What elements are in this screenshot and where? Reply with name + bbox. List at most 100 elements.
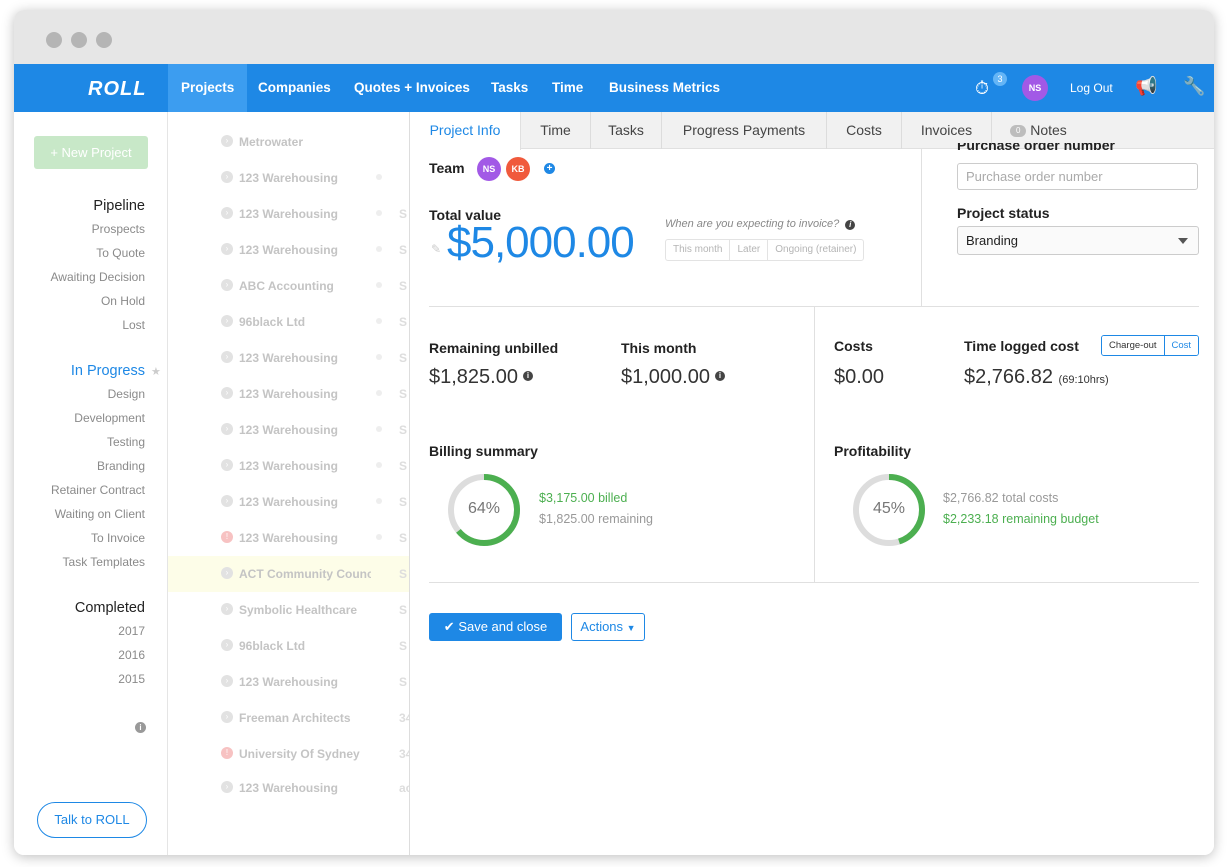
sidebar-group-pipeline[interactable]: Pipeline [93, 198, 145, 214]
timer-badge: 3 [993, 72, 1007, 86]
star-icon[interactable]: ★ [151, 365, 161, 378]
nav-quotes-invoices[interactable]: Quotes + Invoices [341, 64, 483, 112]
info-icon[interactable]: i [522, 371, 533, 381]
project-list-item[interactable]: › ABC Accounting S [168, 268, 410, 304]
sidebar-item-2017[interactable]: 2017 [118, 624, 145, 638]
info-icon[interactable]: i [714, 371, 725, 381]
project-trailing-text: S [399, 207, 408, 221]
sidebar-group-completed[interactable]: Completed [75, 600, 145, 616]
option-ongoing-retainer[interactable]: Ongoing (retainer) [768, 240, 863, 260]
status-dot [376, 318, 382, 324]
option-this-month[interactable]: This month [666, 240, 731, 260]
project-trailing-text: S [399, 603, 408, 617]
tab-costs[interactable]: Costs [827, 112, 902, 149]
roll-logo[interactable]: ROLL [88, 78, 146, 101]
sidebar-item-design[interactable]: Design [108, 387, 145, 401]
arrow-circle-icon: › [221, 423, 233, 435]
add-team-member-icon[interactable]: + [544, 163, 555, 174]
po-number-input[interactable]: Purchase order number [957, 163, 1198, 190]
sidebar-group-in-progress[interactable]: In Progress [71, 363, 145, 379]
window-zoom-dot[interactable] [96, 32, 112, 48]
project-name: 123 Warehousing [239, 351, 338, 365]
wrench-icon[interactable]: 🔧 [1183, 76, 1205, 97]
project-list-item[interactable]: › 123 Warehousing S [168, 376, 410, 412]
stopwatch-icon[interactable]: ⏱ [975, 78, 989, 99]
cost-mode-toggle: Charge-out Cost [1101, 335, 1200, 356]
project-trailing-text: S [399, 423, 408, 437]
sidebar-item-retainer-contract[interactable]: Retainer Contract [51, 483, 145, 497]
project-list-item[interactable]: › 123 Warehousing S [168, 412, 410, 448]
project-list-item[interactable]: › 96black Ltd S [168, 304, 410, 340]
project-list-item[interactable]: › 123 Warehousing S [168, 232, 410, 268]
project-list-item[interactable]: › 123 Warehousing S [168, 196, 410, 232]
total-value[interactable]: $5,000.00 [447, 218, 635, 268]
talk-to-roll-button[interactable]: Talk to ROLL [37, 802, 147, 838]
sidebar-item-awaiting-decision[interactable]: Awaiting Decision [51, 270, 146, 284]
sidebar-item-testing[interactable]: Testing [107, 435, 145, 449]
chevron-down-icon [1178, 238, 1188, 244]
sidebar-item-lost[interactable]: Lost [122, 318, 145, 332]
project-name: 123 Warehousing [239, 495, 338, 509]
sidebar-item-waiting-on-client[interactable]: Waiting on Client [55, 507, 145, 521]
sidebar-item-to-quote[interactable]: To Quote [96, 246, 145, 260]
nav-projects[interactable]: Projects [168, 64, 248, 112]
window-close-dot[interactable] [46, 32, 62, 48]
sidebar-item-task-templates[interactable]: Task Templates [63, 555, 145, 569]
window-minimize-dot[interactable] [71, 32, 87, 48]
billing-summary-title: Billing summary [429, 443, 538, 459]
save-and-close-button[interactable]: ✔ Save and close [429, 613, 562, 641]
tab-progress-payments[interactable]: Progress Payments [662, 112, 827, 149]
project-list-item[interactable]: › 123 Warehousing S [168, 340, 410, 376]
project-list-item[interactable]: › 123 Warehousing S [168, 664, 410, 700]
project-list-item[interactable]: › Symbolic Healthcare S [168, 592, 410, 628]
tab-time[interactable]: Time [521, 112, 591, 149]
project-list-item[interactable]: › 123 Warehousing S [168, 484, 410, 520]
project-list-item[interactable]: › 123 Warehousing S [168, 448, 410, 484]
team-avatar-ns[interactable]: NS [477, 157, 501, 181]
remaining-unbilled-value: $1,825.00 i [429, 366, 533, 389]
project-list-item[interactable]: › Freeman Architects 34 [168, 700, 410, 736]
megaphone-icon[interactable]: 📢 [1135, 76, 1157, 97]
toggle-charge-out[interactable]: Charge-out [1102, 336, 1165, 355]
info-icon[interactable]: i [845, 220, 856, 230]
nav-companies[interactable]: Companies [245, 64, 344, 112]
project-status-select[interactable]: Branding [957, 226, 1199, 255]
time-logged-hours: (69:10hrs) [1058, 374, 1109, 386]
project-list-item[interactable]: › 123 Warehousing ac [168, 770, 410, 806]
nav-time[interactable]: Time [539, 64, 596, 112]
project-list-item[interactable]: › ACT Community Counc S [168, 556, 410, 592]
sidebar-item-prospects[interactable]: Prospects [92, 222, 145, 236]
tab-tasks[interactable]: Tasks [591, 112, 662, 149]
project-list-item[interactable]: ! University Of Sydney 34 [168, 736, 410, 772]
project-trailing-text: S [399, 459, 408, 473]
user-avatar[interactable]: NS [1022, 75, 1048, 101]
sidebar-item-to-invoice[interactable]: To Invoice [91, 531, 145, 545]
sidebar-item-branding[interactable]: Branding [97, 459, 145, 473]
team-avatar-kb[interactable]: KB [506, 157, 530, 181]
sidebar-item-on-hold[interactable]: On Hold [101, 294, 145, 308]
project-name: Metrowater [239, 135, 304, 149]
tab-project-info[interactable]: Project Info [410, 112, 521, 150]
nav-tasks[interactable]: Tasks [478, 64, 541, 112]
nav-business-metrics[interactable]: Business Metrics [596, 64, 733, 112]
sidebar-item-development[interactable]: Development [74, 411, 145, 425]
new-project-button[interactable]: + New Project [34, 136, 148, 169]
project-list-item[interactable]: › 123 Warehousing [168, 160, 410, 196]
info-icon[interactable]: i [135, 722, 146, 733]
actions-button[interactable]: Actions ▼ [571, 613, 645, 641]
divider [921, 149, 922, 306]
logout-link[interactable]: Log Out [1070, 81, 1113, 95]
status-dot [376, 210, 382, 216]
sidebar-item-2015[interactable]: 2015 [118, 672, 145, 686]
project-list-item[interactable]: ! 123 Warehousing S [168, 520, 410, 556]
option-later[interactable]: Later [730, 240, 769, 260]
time-logged-value: $2,766.82 (69:10hrs) [964, 366, 1109, 389]
project-name: 123 Warehousing [239, 207, 338, 221]
project-name: 123 Warehousing [239, 423, 338, 437]
toggle-cost[interactable]: Cost [1164, 336, 1199, 355]
project-list-item[interactable]: › Metrowater [168, 124, 410, 160]
project-list-item[interactable]: › 96black Ltd S [168, 628, 410, 664]
pencil-icon[interactable]: ✎ [431, 242, 441, 256]
sidebar-item-2016[interactable]: 2016 [118, 648, 145, 662]
project-name: 123 Warehousing [239, 243, 338, 257]
